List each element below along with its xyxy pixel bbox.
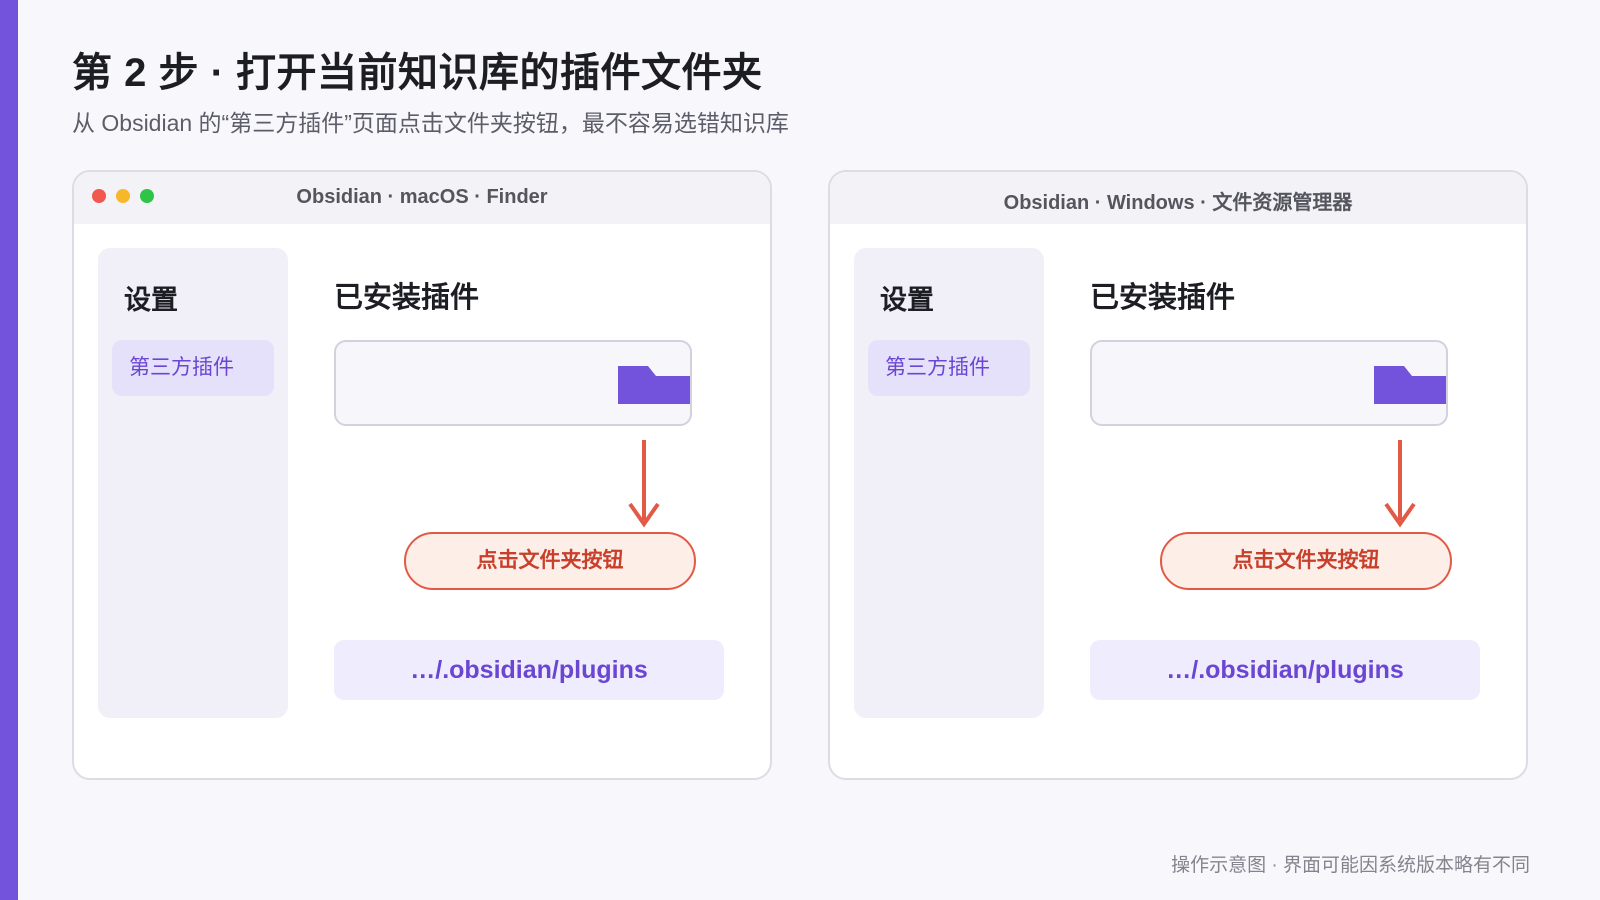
down-arrow-icon — [628, 440, 660, 528]
accent-bar — [0, 0, 18, 900]
down-arrow-icon — [1384, 440, 1416, 528]
page-subtitle: 从 Obsidian 的“第三方插件”页面点击文件夹按钮，最不容易选错知识库 — [72, 110, 789, 136]
plugins-path: …/.obsidian/plugins — [1090, 640, 1480, 700]
plugin-card — [1090, 340, 1448, 426]
open-plugins-folder-button[interactable] — [1374, 366, 1446, 404]
sidebar-heading: 设置 — [880, 285, 934, 315]
slide: 第 2 步 · 打开当前知识库的插件文件夹 从 Obsidian 的“第三方插件… — [0, 0, 1600, 900]
footnote: 操作示意图 · 界面可能因系统版本略有不同 — [1171, 855, 1530, 876]
sidebar-item-community-plugins[interactable]: 第三方插件 — [868, 340, 1030, 396]
window-titlebar: Obsidian · macOS · Finder — [74, 172, 770, 224]
callout-click-folder-button: 点击文件夹按钮 — [404, 532, 696, 590]
installed-plugins-heading: 已安装插件 — [334, 282, 480, 314]
macos-window: Obsidian · macOS · Finder 设置 第三方插件 已安装插件… — [72, 170, 772, 780]
folder-icon — [1374, 366, 1446, 404]
windows-window: Obsidian · Windows · 文件资源管理器 设置 第三方插件 已安… — [828, 170, 1528, 780]
sidebar-heading: 设置 — [124, 285, 178, 315]
settings-sidebar: 设置 第三方插件 — [98, 248, 288, 718]
callout-click-folder-button: 点击文件夹按钮 — [1160, 532, 1452, 590]
window-titlebar: Obsidian · Windows · 文件资源管理器 — [830, 172, 1526, 224]
page-title: 第 2 步 · 打开当前知识库的插件文件夹 — [72, 51, 763, 95]
settings-sidebar: 设置 第三方插件 — [854, 248, 1044, 718]
open-plugins-folder-button[interactable] — [618, 366, 690, 404]
folder-icon — [618, 366, 690, 404]
window-title: Obsidian · Windows · 文件资源管理器 — [1003, 192, 1353, 214]
plugins-path: …/.obsidian/plugins — [334, 640, 724, 700]
plugin-card — [334, 340, 692, 426]
installed-plugins-heading: 已安装插件 — [1090, 282, 1236, 314]
sidebar-item-community-plugins[interactable]: 第三方插件 — [112, 340, 274, 396]
window-title: Obsidian · macOS · Finder — [296, 186, 548, 208]
